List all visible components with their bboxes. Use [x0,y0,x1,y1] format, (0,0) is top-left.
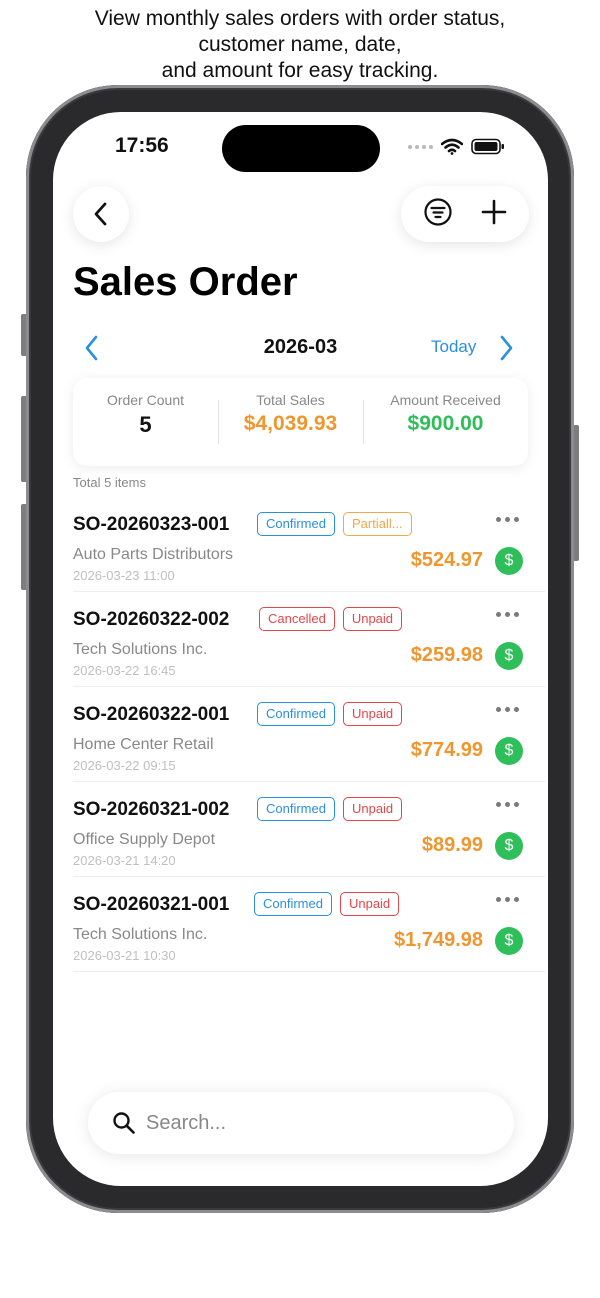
total-sales-value: $4,039.93 [243,412,338,435]
chevron-left-icon [85,335,98,361]
status-badge: Confirmed [257,797,335,821]
customer-name: Tech Solutions Inc. [73,641,208,658]
payment-badge: Unpaid [342,797,403,821]
dynamic-island [222,125,380,172]
order-amount: $774.99 [410,739,483,761]
signal-dots-icon [408,144,433,149]
month-navigator: 2026-03 Today [73,332,528,364]
search-input[interactable] [146,1104,486,1142]
caption-line-3: and amount for easy tracking. [161,59,439,82]
order-tags: Confirmed Unpaid [257,797,403,821]
order-amount: $89.99 [421,834,483,856]
total-items-count: Total 5 items [73,475,146,490]
dollar-icon[interactable]: $ [495,927,523,955]
order-tags: Confirmed Unpaid [257,702,403,726]
page-title: Sales Order [73,260,298,304]
order-amount: $1,749.98 [394,929,483,951]
chevron-right-icon [500,335,513,361]
more-options-icon[interactable] [496,897,519,902]
caption: View monthly sales orders with order sta… [0,6,600,84]
dollar-icon[interactable]: $ [495,642,523,670]
order-date: 2026-03-23 11:00 [73,568,175,583]
order-tags: Confirmed Partiall... [257,512,412,536]
more-options-icon[interactable] [496,517,519,522]
order-row[interactable]: SO-20260322-002 Cancelled Unpaid Tech So… [73,592,545,687]
more-options-icon[interactable] [496,802,519,807]
order-count-label: Order Count [106,392,185,408]
summary-card: Order Count 5 Total Sales $4,039.93 Amou… [73,378,528,466]
caption-line-1: View monthly sales orders with order sta… [94,7,506,30]
payment-badge: Unpaid [342,607,403,631]
order-number: SO-20260321-002 [73,799,230,820]
chevron-left-icon [94,202,107,226]
next-month-button[interactable] [497,334,515,367]
status-icons [408,138,505,155]
order-number: SO-20260322-002 [73,609,230,630]
back-button[interactable] [73,186,129,242]
header-actions [401,186,529,242]
status-badge: Confirmed [254,892,332,916]
order-number: SO-20260322-001 [73,704,230,725]
order-date: 2026-03-21 10:30 [73,948,176,963]
order-count-value: 5 [139,412,152,437]
previous-month-button[interactable] [83,334,101,367]
search-bar[interactable] [88,1092,514,1154]
order-row[interactable]: SO-20260321-001 Confirmed Unpaid Tech So… [73,877,545,972]
more-options-icon[interactable] [496,612,519,617]
order-date: 2026-03-22 09:15 [73,758,176,773]
phone-screen: 17:56 Sales Order 2026-03 Today Order Co… [53,112,548,1186]
order-amount: $259.98 [410,644,483,666]
order-amount: $524.97 [410,549,483,571]
summary-total-sales: Total Sales $4,039.93 [218,378,363,466]
order-date: 2026-03-22 16:45 [73,663,176,678]
amount-received-value: $900.00 [407,412,484,435]
summary-amount-received: Amount Received $900.00 [363,378,528,466]
order-number: SO-20260321-001 [73,894,230,915]
order-tags: Cancelled Unpaid [259,607,403,631]
order-row[interactable]: SO-20260321-002 Confirmed Unpaid Office … [73,782,545,877]
status-badge: Cancelled [259,607,335,631]
dollar-icon[interactable]: $ [495,737,523,765]
order-row[interactable]: SO-20260322-001 Confirmed Unpaid Home Ce… [73,687,545,782]
customer-name: Office Supply Depot [73,831,216,848]
customer-name: Auto Parts Distributors [73,546,234,563]
customer-name: Home Center Retail [73,736,214,753]
add-order-button[interactable] [481,199,507,230]
dollar-icon[interactable]: $ [495,832,523,860]
filter-button[interactable] [423,197,453,232]
status-time: 17:56 [115,134,169,157]
dollar-icon[interactable]: $ [495,547,523,575]
payment-badge: Partiall... [342,512,412,536]
order-row[interactable]: SO-20260323-001 Confirmed Partiall... Au… [73,497,545,592]
battery-icon [471,138,504,155]
amount-received-label: Amount Received [390,392,501,408]
status-badge: Confirmed [257,702,335,726]
order-date: 2026-03-21 14:20 [73,853,176,868]
payment-badge: Unpaid [342,702,403,726]
customer-name: Tech Solutions Inc. [73,926,208,943]
order-list: SO-20260323-001 Confirmed Partiall... Au… [73,497,545,972]
status-badge: Confirmed [257,512,335,536]
search-icon [113,1112,135,1134]
caption-line-2: customer name, date, [198,33,402,56]
order-number: SO-20260323-001 [73,514,230,535]
more-options-icon[interactable] [496,707,519,712]
order-tags: Confirmed Unpaid [254,892,400,916]
payment-badge: Unpaid [339,892,400,916]
plus-icon [481,199,507,224]
today-button[interactable]: Today [431,337,476,357]
filter-icon [424,197,452,226]
wifi-icon [441,138,463,155]
summary-order-count: Order Count 5 [73,378,218,466]
total-sales-label: Total Sales [256,392,325,408]
